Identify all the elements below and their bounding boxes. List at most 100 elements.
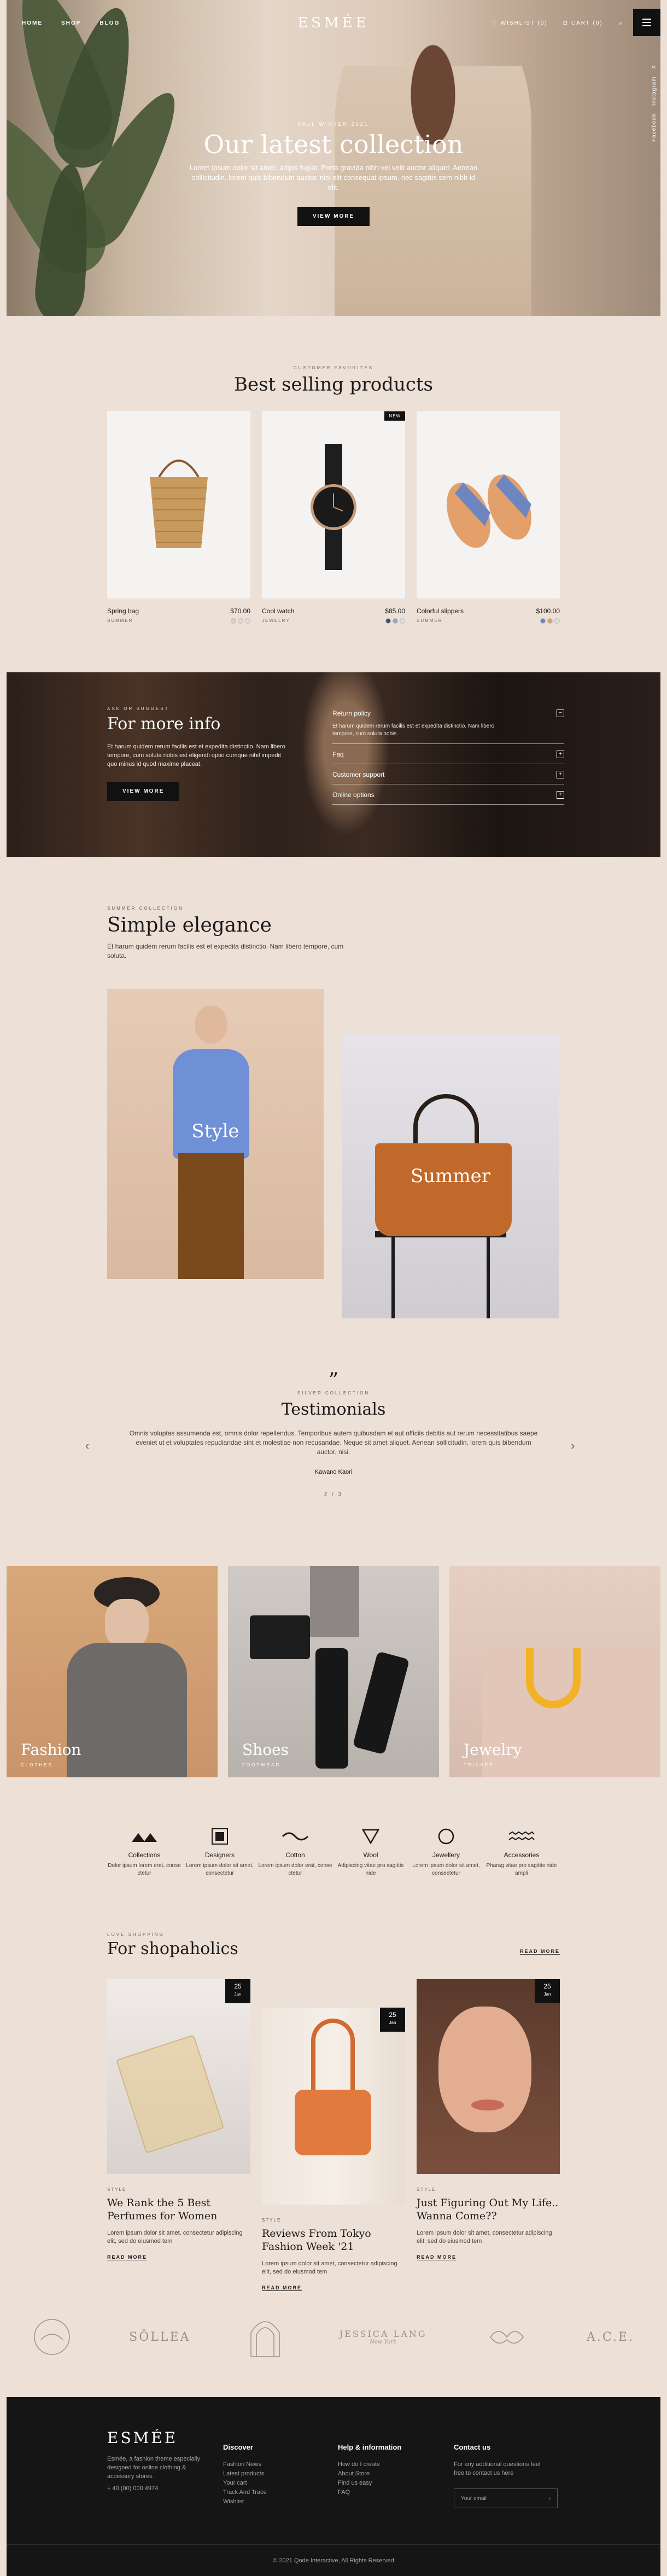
- social-x[interactable]: X: [651, 65, 657, 69]
- swatch[interactable]: [385, 618, 391, 624]
- product-category: SUMMER: [417, 618, 443, 623]
- brand-logo-sun[interactable]: [33, 2318, 71, 2356]
- product-price: $100.00: [536, 607, 560, 615]
- swatch[interactable]: [547, 618, 553, 624]
- post-category[interactable]: STYLE: [417, 2187, 560, 2192]
- footer-link[interactable]: Track And Trace: [223, 2488, 267, 2497]
- hero-view-more-button[interactable]: VIEW MORE: [297, 207, 370, 226]
- post-read-more[interactable]: READ MORE: [107, 2254, 148, 2260]
- footer-link[interactable]: FAQ: [338, 2488, 401, 2497]
- post-category[interactable]: STYLE: [107, 2187, 250, 2192]
- blog-post[interactable]: 25 Jan STYLE Reviews From Tokyo Fashion W…: [262, 2008, 405, 2292]
- testimonials: ” SILVER COLLECTION Testimonials Omnis v…: [0, 1371, 667, 1498]
- brand-logos: SÔLLEA JESSICA LANG New York A.C.E.: [33, 2315, 634, 2359]
- triangle-down-icon: [334, 1827, 408, 1846]
- search-icon[interactable]: ⌕: [618, 19, 623, 27]
- swatch[interactable]: [231, 618, 236, 624]
- post-image[interactable]: 25 Jan: [262, 2008, 405, 2205]
- footer-link[interactable]: About Store: [338, 2469, 401, 2479]
- footer-help: Help & information How do I create About…: [338, 2443, 401, 2497]
- accordion-item-customer-support[interactable]: Customer support +: [332, 764, 564, 784]
- swatch[interactable]: [245, 618, 250, 624]
- style-tile-label: Style: [191, 1120, 239, 1142]
- post-image[interactable]: 25 Jan: [107, 1979, 250, 2174]
- category-sub: TRINKET: [464, 1763, 494, 1767]
- summer-tile[interactable]: Summer: [342, 1034, 559, 1318]
- product-card[interactable]: NEW Cool watch $85.00 JEWELRY: [262, 411, 405, 624]
- swatch[interactable]: [400, 618, 405, 624]
- product-card[interactable]: Spring bag $70.00 SUMMER: [107, 411, 250, 624]
- footer-link[interactable]: Fashion News: [223, 2460, 267, 2469]
- category-sub: CLOTHES: [21, 1763, 53, 1767]
- social-instagram[interactable]: Instagram: [651, 77, 657, 106]
- wishlist-link[interactable]: ♡ WISHLIST (0): [492, 20, 548, 26]
- product-image[interactable]: [417, 411, 560, 598]
- testimonial-author: Kawano Kaori: [314, 1469, 353, 1475]
- model-face: [438, 2007, 531, 2132]
- swatch[interactable]: [554, 618, 560, 624]
- brand-logo-hands[interactable]: [485, 2323, 529, 2351]
- product-name[interactable]: Cool watch: [262, 607, 294, 615]
- blog-post[interactable]: 25 Jan STYLE Just Figuring Out My Life.. …: [417, 1979, 560, 2261]
- footer-link[interactable]: How do I create: [338, 2460, 401, 2469]
- blog-post[interactable]: 25 Jan STYLE We Rank the 5 Best Perfumes …: [107, 1979, 250, 2261]
- category-shoes[interactable]: Shoes FOOTWEAR: [228, 1566, 439, 1777]
- footer-link[interactable]: Latest products: [223, 2469, 267, 2479]
- nav-blog[interactable]: BLOG: [100, 20, 120, 26]
- fur-coat: [310, 1566, 359, 1637]
- brown-trousers: [178, 1153, 244, 1279]
- product-card[interactable]: Colorful slippers $100.00 SUMMER: [417, 411, 560, 624]
- category-label: Shoes: [242, 1741, 289, 1759]
- product-name[interactable]: Colorful slippers: [417, 607, 464, 615]
- swatch[interactable]: [238, 618, 243, 624]
- post-image[interactable]: 25 Jan: [417, 1979, 560, 2174]
- category-fashion[interactable]: Fashion CLOTHES: [7, 1566, 218, 1777]
- category-jewelry[interactable]: Jewelry TRINKET: [449, 1566, 660, 1777]
- plus-icon[interactable]: +: [557, 791, 564, 799]
- brand-logo-arch[interactable]: [249, 2316, 282, 2358]
- footer-link[interactable]: Wishlist: [223, 2497, 267, 2507]
- arrow-right-icon[interactable]: ›: [549, 2496, 551, 2502]
- post-category[interactable]: STYLE: [262, 2218, 405, 2223]
- post-read-more[interactable]: READ MORE: [262, 2285, 302, 2291]
- post-title[interactable]: We Rank the 5 Best Perfumes for Women: [107, 2196, 250, 2223]
- footer-link[interactable]: Your cart: [223, 2479, 267, 2488]
- brand-logo-jessica-lang[interactable]: JESSICA LANG New York: [340, 2329, 427, 2345]
- site-logo[interactable]: ESMÉE: [297, 15, 369, 31]
- accordion-item-online-options[interactable]: Online options +: [332, 784, 564, 805]
- brand-logo-ace[interactable]: A.C.E.: [587, 2330, 634, 2344]
- triangles-icon: [107, 1827, 182, 1846]
- product-image[interactable]: NEW: [262, 411, 405, 598]
- minus-icon[interactable]: −: [557, 710, 564, 717]
- swatch[interactable]: [540, 618, 546, 624]
- banner-view-more-button[interactable]: VIEW MORE: [107, 782, 180, 801]
- plus-icon[interactable]: +: [557, 751, 564, 758]
- perfume-bottle: [115, 2034, 225, 2154]
- footer-about: ESMÉE Esmée, a fashion theme especially …: [107, 2429, 206, 2493]
- style-tile[interactable]: Style: [107, 989, 324, 1279]
- nav-home[interactable]: HOME: [22, 20, 43, 26]
- product-image[interactable]: [107, 411, 250, 598]
- menu-button[interactable]: [633, 9, 660, 36]
- banner-kicker: ASK OR SUGGEST: [107, 706, 169, 711]
- plus-icon[interactable]: +: [557, 771, 564, 778]
- post-title[interactable]: Reviews From Tokyo Fashion Week '21: [262, 2227, 405, 2253]
- brand-logo-sollea[interactable]: SÔLLEA: [129, 2330, 190, 2344]
- newsletter-email-field[interactable]: Your email ›: [454, 2488, 558, 2508]
- post-month: Jan: [234, 1992, 242, 1997]
- blog-read-more-link[interactable]: READ MORE: [519, 1949, 560, 1955]
- accordion-item-return-policy[interactable]: Return policy − Et harum quidem rerum fa…: [332, 703, 564, 744]
- footer-link[interactable]: Find us easy: [338, 2479, 401, 2488]
- product-name[interactable]: Spring bag: [107, 607, 139, 615]
- post-title[interactable]: Just Figuring Out My Life.. Wanna Come??: [417, 2196, 560, 2223]
- footer-logo[interactable]: ESMÉE: [107, 2429, 206, 2447]
- color-swatches: [231, 618, 250, 624]
- swatch[interactable]: [393, 618, 398, 624]
- post-read-more[interactable]: READ MORE: [417, 2254, 457, 2260]
- nav-shop[interactable]: SHOP: [61, 20, 81, 26]
- site-footer: ESMÉE Esmée, a fashion theme especially …: [7, 2397, 660, 2576]
- footer-phone[interactable]: + 40 (00) 000 4974: [107, 2484, 206, 2493]
- accordion-item-faq[interactable]: Faq +: [332, 744, 564, 764]
- cart-link[interactable]: ⊡ CART (0): [563, 20, 603, 26]
- bag-strap: [311, 2019, 355, 2095]
